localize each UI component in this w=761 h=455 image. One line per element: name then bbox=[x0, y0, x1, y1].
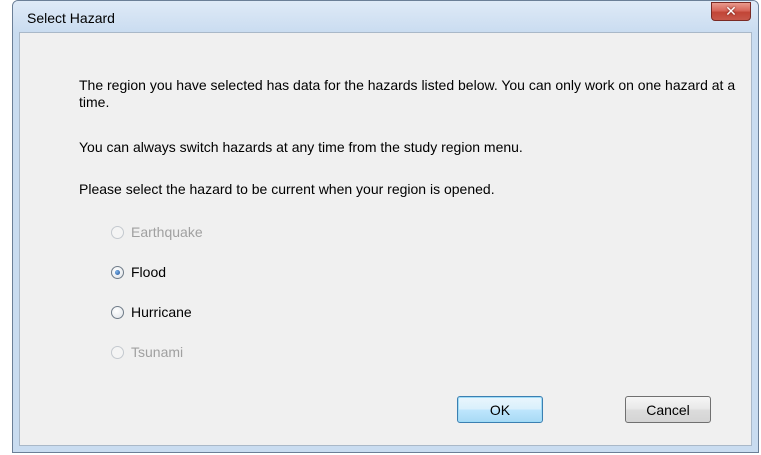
select-hazard-dialog: Select Hazard ✕ The region you have sele… bbox=[12, 0, 759, 453]
radio-button-icon bbox=[111, 345, 124, 359]
prompt-text: Please select the hazard to be current w… bbox=[79, 181, 495, 197]
close-button[interactable]: ✕ bbox=[711, 2, 751, 21]
close-icon: ✕ bbox=[725, 3, 737, 20]
radio-label-flood[interactable]: Flood bbox=[131, 264, 166, 280]
radio-hurricane[interactable]: Hurricane bbox=[111, 303, 192, 321]
radio-selected-icon[interactable] bbox=[111, 265, 124, 279]
title-bar[interactable]: Select Hazard ✕ bbox=[13, 1, 758, 33]
intro-text: The region you have selected has data fo… bbox=[79, 77, 736, 110]
radio-earthquake: Earthquake bbox=[111, 223, 203, 241]
radio-label-hurricane[interactable]: Hurricane bbox=[131, 304, 192, 320]
radio-tsunami: Tsunami bbox=[111, 343, 183, 361]
ok-button[interactable]: OK bbox=[457, 396, 543, 423]
dialog-title: Select Hazard bbox=[27, 10, 115, 26]
radio-button-icon bbox=[111, 225, 124, 239]
switch-note-text: You can always switch hazards at any tim… bbox=[79, 139, 523, 155]
dialog-body: The region you have selected has data fo… bbox=[19, 32, 752, 446]
radio-label-tsunami: Tsunami bbox=[131, 344, 184, 360]
radio-button-icon[interactable] bbox=[111, 305, 124, 319]
cancel-button[interactable]: Cancel bbox=[625, 396, 711, 423]
radio-label-earthquake: Earthquake bbox=[131, 224, 203, 240]
radio-flood[interactable]: Flood bbox=[111, 263, 166, 281]
